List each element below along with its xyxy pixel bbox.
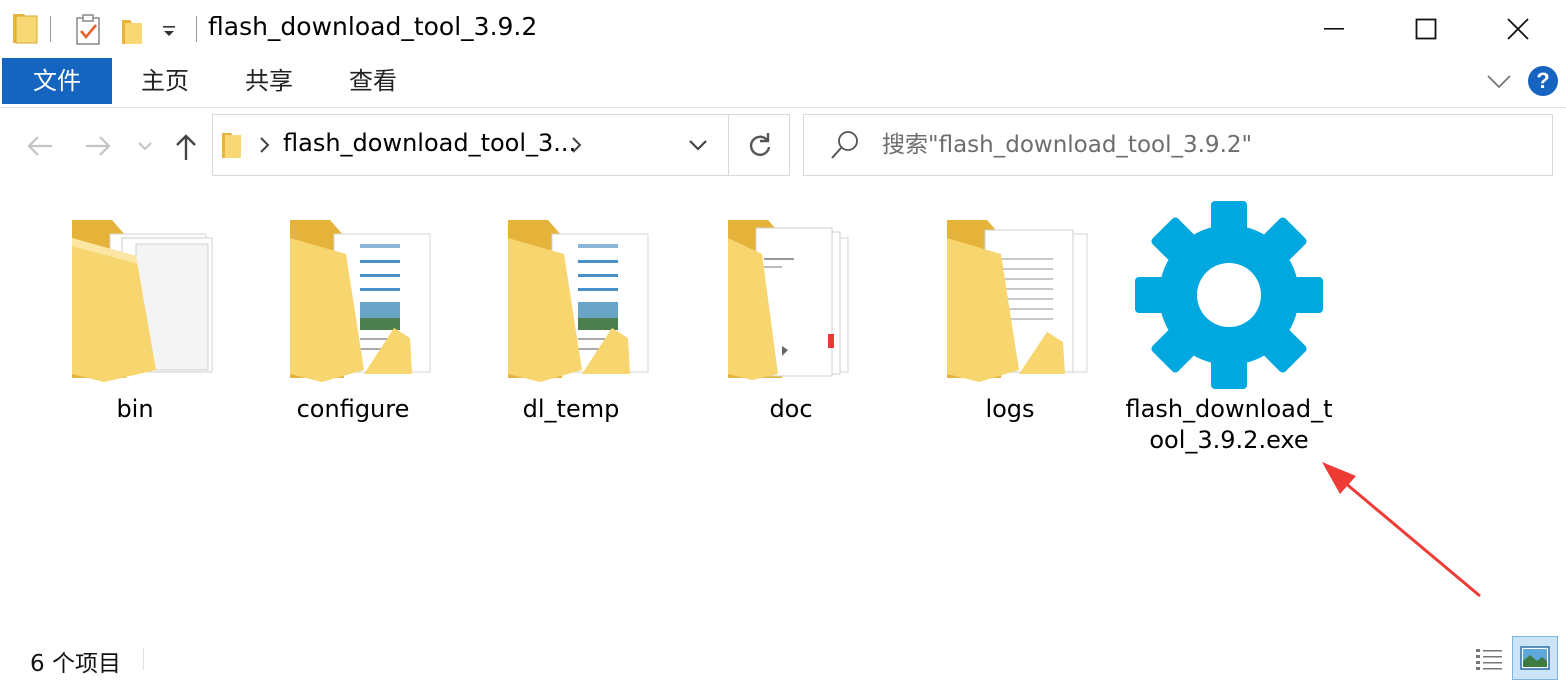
address-history-chevron-down-icon[interactable]	[687, 135, 709, 155]
up-button[interactable]	[168, 128, 204, 166]
address-divider	[728, 115, 729, 175]
expand-ribbon-chevron-down-icon[interactable]	[1486, 70, 1512, 92]
folder-icon	[13, 14, 38, 44]
status-item-count: 6 个项目	[30, 651, 121, 677]
item-label: bin	[116, 395, 154, 423]
folder-icon	[290, 220, 431, 382]
tab-home[interactable]: 主页	[122, 58, 208, 104]
refresh-icon[interactable]	[747, 131, 773, 159]
chevron-right-icon[interactable]	[569, 135, 583, 155]
minimize-button[interactable]	[1288, 0, 1380, 58]
chevron-down-icon	[138, 142, 152, 151]
back-button[interactable]	[22, 128, 58, 164]
arrow-left-icon	[27, 136, 52, 156]
tab-view[interactable]: 查看	[330, 58, 416, 104]
address-bar[interactable]: flash_download_tool_3...	[212, 114, 790, 176]
folder-icon	[222, 133, 241, 158]
folder-icon	[947, 220, 1088, 382]
window-title: flash_download_tool_3.9.2	[208, 12, 538, 41]
item-label: dl_temp	[522, 395, 620, 423]
minimize-icon	[1324, 28, 1344, 30]
folder-icon	[508, 220, 649, 382]
arrow-right-icon	[86, 136, 111, 156]
item-label: configure	[296, 395, 410, 423]
arrow-up-icon	[176, 134, 196, 160]
maximize-button[interactable]	[1380, 0, 1472, 58]
chevron-right-icon[interactable]	[257, 135, 271, 155]
folder-icon	[72, 220, 213, 382]
search-input[interactable]	[882, 127, 1542, 163]
properties-icon[interactable]	[74, 14, 102, 46]
title-bar: flash_download_tool_3.9.2	[0, 0, 1566, 58]
folder-icon	[728, 220, 849, 380]
annotation-arrow-icon	[1322, 462, 1481, 598]
close-icon	[1507, 18, 1529, 40]
status-divider	[143, 648, 144, 670]
toolbar-divider	[196, 16, 197, 42]
ribbon-tabs: 文件 主页 共享 查看 ?	[0, 58, 1566, 108]
tab-share[interactable]: 共享	[226, 58, 312, 104]
search-box[interactable]	[803, 114, 1553, 176]
toolbar-divider	[50, 16, 51, 42]
new-folder-icon[interactable]	[120, 14, 144, 46]
search-icon	[831, 131, 858, 159]
item-label: doc	[769, 395, 813, 423]
forward-button[interactable]	[80, 128, 116, 164]
item-label: logs	[985, 395, 1035, 423]
gear-icon	[1135, 201, 1323, 389]
large-icons-view-icon	[1520, 646, 1550, 670]
breadcrumb[interactable]: flash_download_tool_3...	[283, 129, 576, 157]
tab-file[interactable]: 文件	[2, 58, 112, 104]
item-label: flash_download_tool_3.9.2.exe	[1125, 395, 1333, 454]
maximize-icon	[1415, 18, 1437, 40]
recent-locations-button[interactable]	[134, 134, 156, 158]
details-view-icon[interactable]	[1474, 646, 1504, 674]
close-button[interactable]	[1472, 0, 1564, 58]
customize-toolbar-icon[interactable]	[160, 22, 178, 40]
help-button[interactable]: ?	[1528, 66, 1558, 96]
large-icons-view-button[interactable]	[1512, 636, 1558, 680]
